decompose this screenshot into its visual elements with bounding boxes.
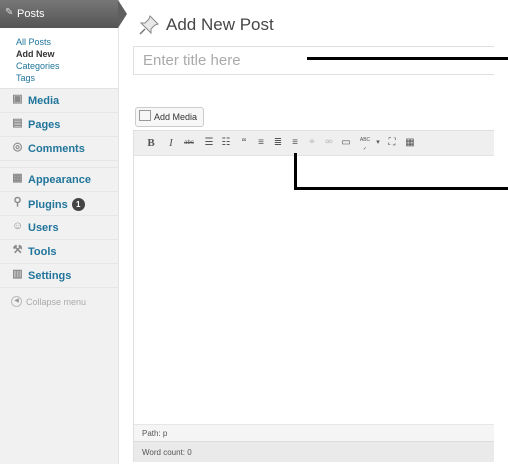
post-editor-main: Add New Post Add Media B I abc ☰ ☷ “ ≡ ≣… xyxy=(133,0,508,464)
settings-icon: ▥ xyxy=(12,268,23,280)
post-title-box xyxy=(133,46,494,75)
collapse-menu-button[interactable]: ◀ Collapse menu xyxy=(0,288,118,314)
editor-path-bar: Path: p xyxy=(134,424,494,441)
numbered-list-button[interactable]: ☷ xyxy=(220,136,232,150)
sidebar-item-appearance[interactable]: ▦ Appearance xyxy=(0,168,118,192)
tools-icon: ⚒ xyxy=(12,244,23,256)
sidebar-item-pages[interactable]: ▤ Pages xyxy=(0,113,118,137)
appearance-icon: ▦ xyxy=(12,172,23,184)
submenu-add-new[interactable]: Add New xyxy=(16,48,118,60)
spellcheck-label: ABC xyxy=(359,137,371,143)
add-media-button[interactable]: Add Media xyxy=(135,107,205,127)
sidebar-item-posts[interactable]: ✎ Posts xyxy=(0,0,127,28)
sidebar-item-posts-label: Posts xyxy=(17,8,45,20)
page-title: Add New Post xyxy=(166,15,274,34)
sidebar-item-tools[interactable]: ⚒ Tools xyxy=(0,240,118,264)
callout-line-editor-vertical xyxy=(294,153,297,189)
pages-icon: ▤ xyxy=(12,117,23,129)
add-media-label: Add Media xyxy=(154,112,198,122)
sidebar-item-plugins-label: Plugins 1 xyxy=(28,198,85,211)
sidebar-item-users-label: Users xyxy=(28,222,59,234)
word-count-bar: Word count: 0 xyxy=(134,441,494,462)
fullscreen-button[interactable]: ⛶ xyxy=(386,136,398,150)
spellcheck-button[interactable]: ABC ✓ xyxy=(357,136,373,152)
insert-link-button[interactable]: ⚭ xyxy=(306,136,318,150)
posts-submenu: All Posts Add New Categories Tags xyxy=(0,28,118,89)
insert-more-tag-button[interactable]: ▭ xyxy=(340,136,352,150)
plugins-update-badge: 1 xyxy=(71,198,85,211)
align-left-button[interactable]: ≡ xyxy=(255,136,267,150)
submenu-all-posts[interactable]: All Posts xyxy=(16,36,118,48)
post-title-input[interactable] xyxy=(134,47,494,74)
sidebar-item-appearance-label: Appearance xyxy=(28,174,91,186)
align-center-button[interactable]: ≣ xyxy=(272,136,284,150)
sidebar-item-media[interactable]: ▣ Media xyxy=(0,89,118,113)
users-icon: ☺ xyxy=(12,220,24,232)
add-media-icon xyxy=(139,110,151,121)
toolbar-toggle-button[interactable]: ▦ xyxy=(404,136,416,150)
pin-icon: ✎ xyxy=(5,7,14,18)
italic-button[interactable]: I xyxy=(165,136,177,150)
post-content-area[interactable] xyxy=(134,156,494,424)
active-menu-arrow xyxy=(118,0,127,28)
submenu-categories[interactable]: Categories xyxy=(16,60,118,72)
sidebar-item-plugins[interactable]: ⚲ Plugins 1 xyxy=(0,192,118,216)
callout-line-editor-horizontal xyxy=(294,187,508,190)
submenu-tags[interactable]: Tags xyxy=(16,72,118,84)
sidebar-item-tools-label: Tools xyxy=(28,246,57,258)
admin-sidebar: ✎ Posts All Posts Add New Categories Tag… xyxy=(0,0,127,464)
post-content-editor: B I abc ☰ ☷ “ ≡ ≣ ≡ ⚭ ⚮ ▭ ABC ✓ ▾ ⛶ ▦ Pat… xyxy=(133,130,494,462)
collapse-arrow-icon: ◀ xyxy=(11,296,22,307)
collapse-menu-label: Collapse menu xyxy=(26,297,87,307)
sidebar-item-settings-label: Settings xyxy=(28,270,72,282)
plugins-label-text: Plugins xyxy=(28,199,68,211)
word-count-label: Word count: 0 xyxy=(142,448,192,457)
post-pin-icon xyxy=(139,15,159,35)
sidebar-item-comments[interactable]: ◎ Comments xyxy=(0,137,118,161)
media-icon: ▣ xyxy=(12,93,23,105)
blockquote-button[interactable]: “ xyxy=(238,136,250,150)
menu-separator xyxy=(0,161,118,168)
strikethrough-button[interactable]: abc xyxy=(183,136,195,150)
comments-icon: ◎ xyxy=(12,141,23,153)
sidebar-item-pages-label: Pages xyxy=(28,119,61,131)
editor-path-label: Path: p xyxy=(142,429,168,438)
callout-line-title xyxy=(307,57,508,60)
remove-link-button[interactable]: ⚮ xyxy=(323,136,335,150)
sidebar-item-users[interactable]: ☺ Users xyxy=(0,216,118,240)
align-right-button[interactable]: ≡ xyxy=(289,136,301,150)
sidebar-item-comments-label: Comments xyxy=(28,143,85,155)
editor-toolbar: B I abc ☰ ☷ “ ≡ ≣ ≡ ⚭ ⚮ ▭ ABC ✓ ▾ ⛶ ▦ xyxy=(134,131,494,156)
plugins-icon: ⚲ xyxy=(13,196,22,208)
bulleted-list-button[interactable]: ☰ xyxy=(203,136,215,150)
sidebar-item-settings[interactable]: ▥ Settings xyxy=(0,264,118,288)
bold-button[interactable]: B xyxy=(145,136,157,150)
sidebar-item-media-label: Media xyxy=(28,95,60,107)
spellcheck-dropdown-icon[interactable]: ▾ xyxy=(372,136,384,150)
